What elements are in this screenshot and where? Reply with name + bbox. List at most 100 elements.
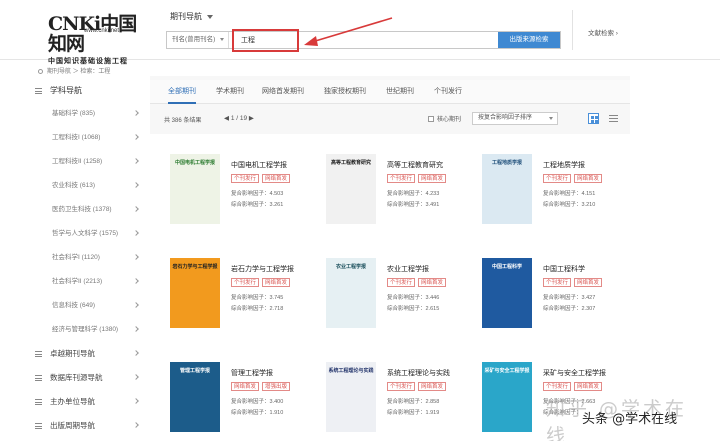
sidebar-item[interactable]: 基础科学 (835) <box>30 102 146 126</box>
watermark: 知乎 @学术在线 头条 @学术在线 <box>538 388 708 441</box>
journal-card[interactable]: 工程地质学报 工程地质学报 个刊发行 网络首发 复合影响因子：4.151 综合影响… <box>462 134 618 230</box>
journal-tag: 个刊发行 <box>543 278 572 287</box>
journal-tag: 网络首发 <box>418 174 447 183</box>
journal-tag: 个刊发行 <box>231 174 260 183</box>
journal-cover[interactable]: 中国工程科学 <box>482 258 532 328</box>
sidebar-group[interactable]: 主办单位导航 <box>30 390 146 414</box>
sort-label: 按复合影响因子排序 <box>478 115 533 121</box>
tab-online-first[interactable]: 网络首发期刊 <box>262 80 304 104</box>
journal-tag: 网络首发 <box>262 174 291 183</box>
annotation-arrow-icon <box>304 17 393 46</box>
overall-impact-factor: 综合影响因子：2.718 <box>231 304 283 312</box>
sidebar-group-label: 卓越期刊导航 <box>50 349 95 358</box>
journal-card[interactable]: 高等工程教育研究 高等工程教育研究 个刊发行 网络首发 复合影响因子：4.233 … <box>306 134 462 230</box>
pager: ◀ 1 / 19 ▶ <box>224 114 254 122</box>
metric-value: 1.910 <box>269 410 284 416</box>
search-field-select[interactable]: 刊名(曾用刊名) <box>167 32 229 48</box>
journal-cover[interactable]: 系统工程理论与实践 <box>326 362 376 432</box>
journal-name[interactable]: 农业工程学报 <box>387 264 429 274</box>
journal-name[interactable]: 管理工程学报 <box>231 368 273 378</box>
metric-value: 3.491 <box>425 202 440 208</box>
sidebar-item[interactable]: 信息科技 (649) <box>30 294 146 318</box>
journal-cover[interactable]: 高等工程教育研究 <box>326 154 376 224</box>
sidebar-item[interactable]: 医药卫生科技 (1378) <box>30 198 146 222</box>
metric-label: 综合影响因子： <box>543 306 582 312</box>
sidebar-item[interactable]: 经济与管理科学 (1380) <box>30 318 146 342</box>
journal-card[interactable]: 系统工程理论与实践 系统工程理论与实践 个刊发行 网络首发 复合影响因子：2.85… <box>306 342 462 438</box>
logo-subtitle: 中国知识基础设施工程 <box>48 58 128 65</box>
sidebar-item[interactable]: 农业科技 (613) <box>30 174 146 198</box>
journal-card[interactable]: 农业工程学报 农业工程学报 个刊发行 网络首发 复合影响因子：3.446 综合影响… <box>306 238 462 334</box>
sidebar-group[interactable]: 出版周期导航 <box>30 414 146 438</box>
journal-cover[interactable]: 岩石力学与工程学报 <box>170 258 220 328</box>
metric-label: 复合影响因子： <box>231 191 270 197</box>
journal-name[interactable]: 采矿与安全工程学报 <box>543 368 606 378</box>
sidebar-group[interactable]: 卓越期刊导航 <box>30 342 146 366</box>
tab-academic[interactable]: 学术期刊 <box>216 80 244 104</box>
sidebar-item[interactable]: 社会科学II (2213) <box>30 270 146 294</box>
sidebar-item-label: 社会科学I (1120) <box>52 254 100 261</box>
sidebar-item[interactable]: 哲学与人文科学 (1575) <box>30 222 146 246</box>
list-view-icon[interactable] <box>608 113 619 124</box>
journal-name[interactable]: 工程地质学报 <box>543 160 585 170</box>
chevron-right-icon <box>133 278 139 284</box>
journal-cover[interactable]: 工程地质学报 <box>482 154 532 224</box>
tab-all-journals[interactable]: 全部期刊 <box>168 80 196 104</box>
literature-search-label: 文献检索 <box>588 30 614 37</box>
composite-impact-factor: 复合影响因子：3.427 <box>543 293 595 301</box>
journal-cover[interactable]: 中国电机工程学报 <box>170 154 220 224</box>
journal-cover[interactable]: 农业工程学报 <box>326 258 376 328</box>
journal-name[interactable]: 高等工程教育研究 <box>387 160 443 170</box>
journal-tag: 个刊发行 <box>387 382 416 391</box>
watermark-dark: 头条 @学术在线 <box>582 412 678 427</box>
cover-title: 系统工程理论与实践 <box>328 368 374 374</box>
source-search-button[interactable]: 出版来源检索 <box>498 32 560 48</box>
prev-page-icon[interactable]: ◀ <box>224 115 229 122</box>
sidebar-item-label: 工程科技II (1258) <box>52 158 103 165</box>
tab-century[interactable]: 世纪期刊 <box>386 80 414 104</box>
chevron-right-icon <box>133 350 139 356</box>
sidebar: 学科导航 基础科学 (835) 工程科技I (1068) 工程科技II (125… <box>30 80 146 441</box>
journal-card[interactable]: 中国工程科学 中国工程科学 个刊发行 网络首发 复合影响因子：3.427 综合影响… <box>462 238 618 334</box>
journal-tag: 网络首发 <box>418 278 447 287</box>
main-content: 全部期刊 学术期刊 网络首发期刊 独家授权期刊 世纪期刊 个刊发行 共 386 … <box>150 76 630 441</box>
tab-individual[interactable]: 个刊发行 <box>434 80 462 104</box>
sidebar-item-label: 经济与管理科学 (1380) <box>52 326 119 333</box>
literature-search-link[interactable]: 文献检索 › <box>588 27 618 37</box>
overall-impact-factor: 综合影响因子：1.910 <box>231 408 283 416</box>
journal-cover[interactable]: 管理工程学报 <box>170 362 220 432</box>
journal-cover[interactable]: 采矿与安全工程学报 <box>482 362 532 432</box>
cover-title: 中国工程科学 <box>491 264 522 270</box>
search-field-label: 刊名(曾用刊名) <box>172 36 216 43</box>
tab-exclusive[interactable]: 独家授权期刊 <box>324 80 366 104</box>
sidebar-subject-nav[interactable]: 学科导航 <box>30 80 146 102</box>
cnki-logo[interactable]: CNKi中国知网 www.cnki.net 中国知识基础设施工程 <box>48 14 144 65</box>
journal-name[interactable]: 中国工程科学 <box>543 264 585 274</box>
grid-view-icon[interactable] <box>588 113 599 124</box>
metric-label: 综合影响因子： <box>387 202 426 208</box>
result-toolbar: 共 386 条结果 ◀ 1 / 19 ▶ 核心期刊 按复合影响因子排序 <box>150 108 630 130</box>
journal-card[interactable]: 岩石力学与工程学报 岩石力学与工程学报 个刊发行 网络首发 复合影响因子：3.74… <box>150 238 306 334</box>
next-page-icon[interactable]: ▶ <box>249 115 254 122</box>
journal-card[interactable]: 管理工程学报 管理工程学报 网络首发 增强出版 复合影响因子：3.400 综合影响… <box>150 342 306 438</box>
journal-name[interactable]: 中国电机工程学报 <box>231 160 287 170</box>
sidebar-item[interactable]: 社会科学I (1120) <box>30 246 146 270</box>
journal-nav-dropdown[interactable]: 期刊导航 <box>170 11 213 22</box>
core-journal-checkbox[interactable]: 核心期刊 <box>428 114 461 123</box>
menu-icon <box>35 88 42 94</box>
journal-name[interactable]: 系统工程理论与实践 <box>387 368 450 378</box>
header: CNKi中国知网 www.cnki.net 中国知识基础设施工程 期刊导航 刊名… <box>0 0 720 65</box>
breadcrumb-text: 期刊导航 ＞ 检索：工程 <box>47 69 111 75</box>
chevron-right-icon <box>133 374 139 380</box>
journal-name[interactable]: 岩石力学与工程学报 <box>231 264 294 274</box>
journal-card[interactable]: 中国电机工程学报 中国电机工程学报 个刊发行 网络首发 复合影响因子：4.503 … <box>150 134 306 230</box>
sidebar-item[interactable]: 工程科技II (1258) <box>30 150 146 174</box>
sort-select[interactable]: 按复合影响因子排序 <box>472 112 558 125</box>
journal-tags: 个刊发行 网络首发 <box>543 174 605 184</box>
composite-impact-factor: 复合影响因子：4.233 <box>387 189 439 197</box>
journal-tags: 个刊发行 网络首发 <box>387 278 449 288</box>
sidebar-group[interactable]: 数据库刊源导航 <box>30 366 146 390</box>
sidebar-item[interactable]: 工程科技I (1068) <box>30 126 146 150</box>
journal-tags: 个刊发行 网络首发 <box>387 174 449 184</box>
chevron-right-icon <box>133 398 139 404</box>
